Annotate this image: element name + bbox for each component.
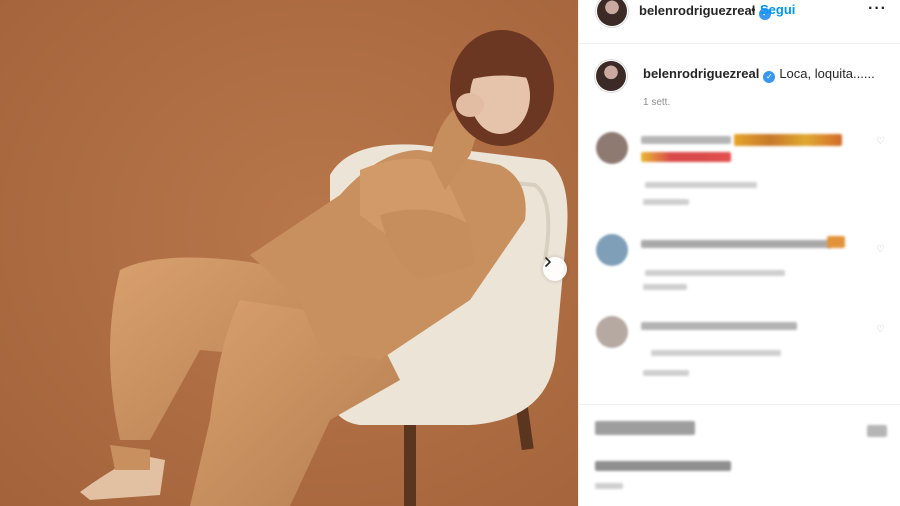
comment-emoji-obscured xyxy=(734,134,842,146)
avatar[interactable] xyxy=(596,61,626,91)
caption-line: belenrodriguezreal ✓ Loca, loquita...... xyxy=(643,66,875,83)
comment-meta-obscured xyxy=(643,284,687,290)
post-side-panel: belenrodriguezreal ✓ • Segui ··· belenrod… xyxy=(578,0,900,506)
comment-meta-obscured xyxy=(643,199,689,205)
post-photo[interactable] xyxy=(0,0,578,506)
save-icon-obscured[interactable] xyxy=(867,425,887,437)
post-actions xyxy=(579,404,900,506)
comment-emoji-obscured xyxy=(827,236,845,248)
post-header: belenrodriguezreal ✓ • Segui ··· xyxy=(579,0,900,44)
separator-dot: • xyxy=(751,2,756,17)
commenter-avatar[interactable] xyxy=(596,132,628,164)
post-caption: belenrodriguezreal ✓ Loca, loquita...... 1… xyxy=(579,56,900,116)
photo-illustration xyxy=(0,0,578,506)
comment-meta-obscured xyxy=(643,370,689,376)
caption-text: Loca, loquita...... xyxy=(779,66,875,81)
post-timestamp[interactable]: 1 sett. xyxy=(643,97,670,108)
verified-badge-icon: ✓ xyxy=(763,71,776,83)
comment-meta-obscured xyxy=(645,182,757,188)
comment-item: ♡ xyxy=(579,132,900,212)
next-photo-button[interactable] xyxy=(543,257,567,281)
commenter-avatar[interactable] xyxy=(596,316,628,348)
avatar[interactable] xyxy=(597,0,627,26)
follow-button[interactable]: Segui xyxy=(760,2,795,17)
comment-meta-obscured xyxy=(645,270,785,276)
comment-emoji-obscured xyxy=(641,152,731,162)
comment-item: ♡ xyxy=(579,234,900,314)
heart-icon[interactable]: ♡ xyxy=(876,244,885,255)
username-link[interactable]: belenrodriguezreal xyxy=(639,3,755,18)
username-link[interactable]: belenrodriguezreal xyxy=(643,66,759,81)
comment-meta-obscured xyxy=(651,350,781,356)
comment-text-obscured xyxy=(641,136,731,144)
heart-icon[interactable]: ♡ xyxy=(876,136,885,147)
likes-count-obscured xyxy=(595,461,731,471)
more-options-icon[interactable]: ··· xyxy=(868,0,887,18)
comment-text-obscured xyxy=(641,322,797,330)
date-obscured xyxy=(595,483,623,489)
action-icons-obscured[interactable] xyxy=(595,421,695,435)
comment-item: ♡ xyxy=(579,316,900,396)
chevron-right-icon xyxy=(545,257,551,267)
commenter-avatar[interactable] xyxy=(596,234,628,266)
comment-text-obscured xyxy=(641,240,831,248)
heart-icon[interactable]: ♡ xyxy=(876,324,885,335)
